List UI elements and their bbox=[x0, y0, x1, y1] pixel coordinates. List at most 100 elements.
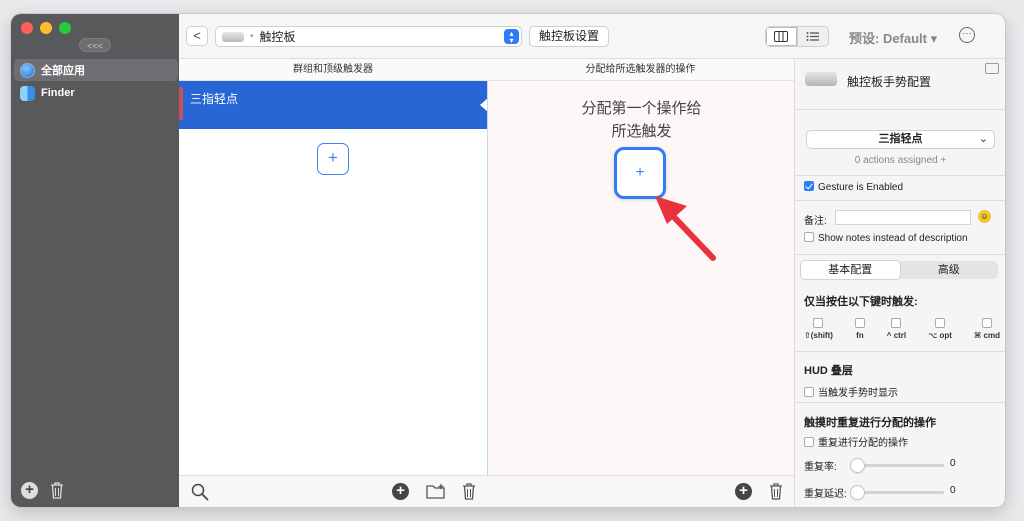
list-view-icon[interactable] bbox=[797, 27, 828, 46]
app-window: <<< 全部应用 Finder + < • 触控板 ▴ ▾ 触控板设置 预设: … bbox=[11, 14, 1005, 507]
minimize-window-button[interactable] bbox=[40, 22, 52, 34]
fn-checkbox[interactable] bbox=[854, 318, 865, 328]
slider-knob[interactable] bbox=[851, 459, 864, 472]
globe-icon bbox=[20, 62, 35, 78]
hud-label: 当触发手势时显示 bbox=[818, 388, 898, 399]
sidebar-item-label: 全部应用 bbox=[41, 65, 85, 77]
modifier-label: ⌘ cmd bbox=[973, 331, 1000, 340]
close-window-button[interactable] bbox=[21, 22, 33, 34]
toolbar: < • 触控板 ▴ ▾ 触控板设置 预设: Default ▾ ··· bbox=[179, 14, 1005, 59]
show-notes-label: Show notes instead of description bbox=[818, 233, 968, 244]
columns-view-icon[interactable] bbox=[766, 27, 798, 46]
view-mode-toggle[interactable] bbox=[765, 26, 829, 47]
notes-label: 备注: bbox=[804, 216, 827, 227]
show-notes-checkbox[interactable] bbox=[804, 232, 814, 242]
repeat-label: 重复进行分配的操作 bbox=[818, 438, 908, 449]
modifier-cmd[interactable]: ⌘ cmd bbox=[974, 318, 1000, 340]
modifier-ctrl[interactable]: ^ ctrl bbox=[887, 318, 906, 340]
cmd-checkbox[interactable] bbox=[981, 318, 992, 328]
actions-footer: + bbox=[487, 475, 794, 507]
trigger-type-value: 三指轻点 bbox=[878, 133, 923, 145]
triggers-column-header: 群组和顶级触发器 bbox=[179, 59, 487, 81]
empty-actions-message: 分配第一个操作给 所选触发 bbox=[488, 97, 795, 143]
add-first-action-button[interactable]: + bbox=[614, 147, 666, 199]
delete-trigger-trash-icon[interactable] bbox=[462, 483, 476, 505]
empty-message-line-1: 分配第一个操作给 bbox=[581, 100, 702, 117]
shift-checkbox[interactable] bbox=[813, 318, 824, 328]
zoom-window-button[interactable] bbox=[59, 22, 71, 34]
device-select-value: 触控板 bbox=[259, 30, 296, 44]
modifier-shift[interactable]: ⇧(shift) bbox=[804, 318, 833, 340]
annotation-arrow-icon bbox=[653, 194, 719, 269]
hud-heading: HUD 叠层 bbox=[804, 365, 853, 377]
chevron-down-icon: ⌄ bbox=[978, 133, 988, 145]
repeat-rate-slider[interactable] bbox=[851, 459, 944, 472]
empty-message-line-2: 所选触发 bbox=[611, 123, 672, 140]
trigger-row-three-finger-tap[interactable]: 三指轻点 bbox=[179, 81, 488, 129]
divider bbox=[795, 254, 1005, 255]
modifier-label: ⌥ opt bbox=[928, 331, 952, 340]
trigger-type-select[interactable]: 三指轻点 ⌄ bbox=[806, 130, 995, 149]
repeat-checkbox[interactable] bbox=[804, 437, 814, 447]
actions-assigned-count[interactable]: 0 actions assigned + bbox=[795, 155, 1005, 166]
modifier-label: ^ ctrl bbox=[886, 331, 907, 340]
hud-checkbox[interactable] bbox=[804, 387, 814, 397]
inspector-title: 触控板手势配置 bbox=[847, 75, 932, 89]
divider bbox=[795, 200, 1005, 201]
repeat-delay-value: 0 bbox=[950, 485, 956, 496]
trackpad-icon bbox=[805, 72, 837, 86]
sidebar-item-label: Finder bbox=[41, 87, 75, 99]
notes-input[interactable] bbox=[835, 210, 971, 225]
repeat-rate-label: 重复率: bbox=[804, 462, 837, 473]
collapse-sidebar-button[interactable]: <<< bbox=[79, 38, 111, 52]
tab-basic[interactable]: 基本配置 bbox=[801, 261, 900, 279]
modifier-label: fn bbox=[856, 331, 864, 340]
preset-menu[interactable]: 预设: Default ▾ bbox=[849, 28, 937, 47]
sidebar-item-finder[interactable]: Finder bbox=[14, 82, 178, 104]
show-notes-row[interactable]: Show notes instead of description bbox=[804, 232, 968, 244]
gesture-enabled-row[interactable]: Gesture is Enabled bbox=[804, 181, 903, 193]
add-trigger-footer-button[interactable]: + bbox=[392, 483, 409, 500]
trigger-label: 三指轻点 bbox=[190, 92, 239, 106]
repeat-delay-label: 重复延迟: bbox=[804, 489, 847, 500]
actions-column-header: 分配给所选触发器的操作 bbox=[487, 59, 794, 81]
opt-checkbox[interactable] bbox=[935, 318, 946, 328]
divider bbox=[795, 109, 1005, 110]
settings-tabs: 基本配置 高级 bbox=[801, 261, 998, 279]
modifier-opt[interactable]: ⌥ opt bbox=[928, 318, 952, 340]
modifier-keys-heading: 仅当按住以下键时触发: bbox=[804, 296, 918, 308]
search-icon[interactable] bbox=[191, 483, 209, 506]
emoji-picker-icon[interactable]: ☺ bbox=[978, 210, 991, 223]
device-select[interactable]: • 触控板 ▴ ▾ bbox=[215, 26, 522, 47]
dot-icon: • bbox=[250, 31, 254, 42]
hud-row[interactable]: 当触发手势时显示 bbox=[804, 384, 898, 399]
modifier-fn[interactable]: fn bbox=[854, 318, 865, 340]
gesture-enabled-checkbox[interactable] bbox=[804, 181, 814, 191]
new-folder-icon[interactable] bbox=[426, 483, 446, 505]
add-app-button[interactable]: + bbox=[21, 482, 38, 499]
add-action-footer-button[interactable]: + bbox=[735, 483, 752, 500]
divider bbox=[795, 175, 1005, 176]
sidebar-item-all-apps[interactable]: 全部应用 bbox=[14, 59, 178, 81]
more-options-button[interactable]: ··· bbox=[959, 27, 975, 43]
device-settings-button[interactable]: 触控板设置 bbox=[529, 26, 610, 47]
repeat-heading: 触摸时重复进行分配的操作 bbox=[804, 417, 936, 429]
trackpad-icon bbox=[222, 31, 244, 42]
gesture-enabled-label: Gesture is Enabled bbox=[818, 182, 904, 193]
window-controls bbox=[21, 22, 71, 34]
detach-panel-icon[interactable] bbox=[985, 63, 999, 74]
repeat-delay-slider[interactable] bbox=[851, 486, 944, 499]
back-button[interactable]: < bbox=[186, 26, 208, 46]
add-trigger-button[interactable]: + bbox=[317, 143, 349, 175]
triggers-list: 三指轻点 + bbox=[179, 81, 488, 475]
trash-icon[interactable] bbox=[50, 482, 64, 499]
inspector-panel: 触控板手势配置 三指轻点 ⌄ 0 actions assigned + Gest… bbox=[794, 59, 1005, 507]
modifier-keys-row: ⇧(shift) fn ^ ctrl ⌥ opt ⌘ cmd bbox=[804, 318, 1000, 340]
sidebar: <<< 全部应用 Finder + bbox=[11, 14, 179, 507]
delete-action-trash-icon[interactable] bbox=[769, 483, 783, 505]
repeat-row[interactable]: 重复进行分配的操作 bbox=[804, 434, 908, 449]
slider-knob[interactable] bbox=[851, 486, 864, 499]
tab-advanced[interactable]: 高级 bbox=[900, 261, 999, 279]
actions-list: 分配第一个操作给 所选触发 + bbox=[487, 81, 794, 475]
ctrl-checkbox[interactable] bbox=[891, 318, 902, 328]
